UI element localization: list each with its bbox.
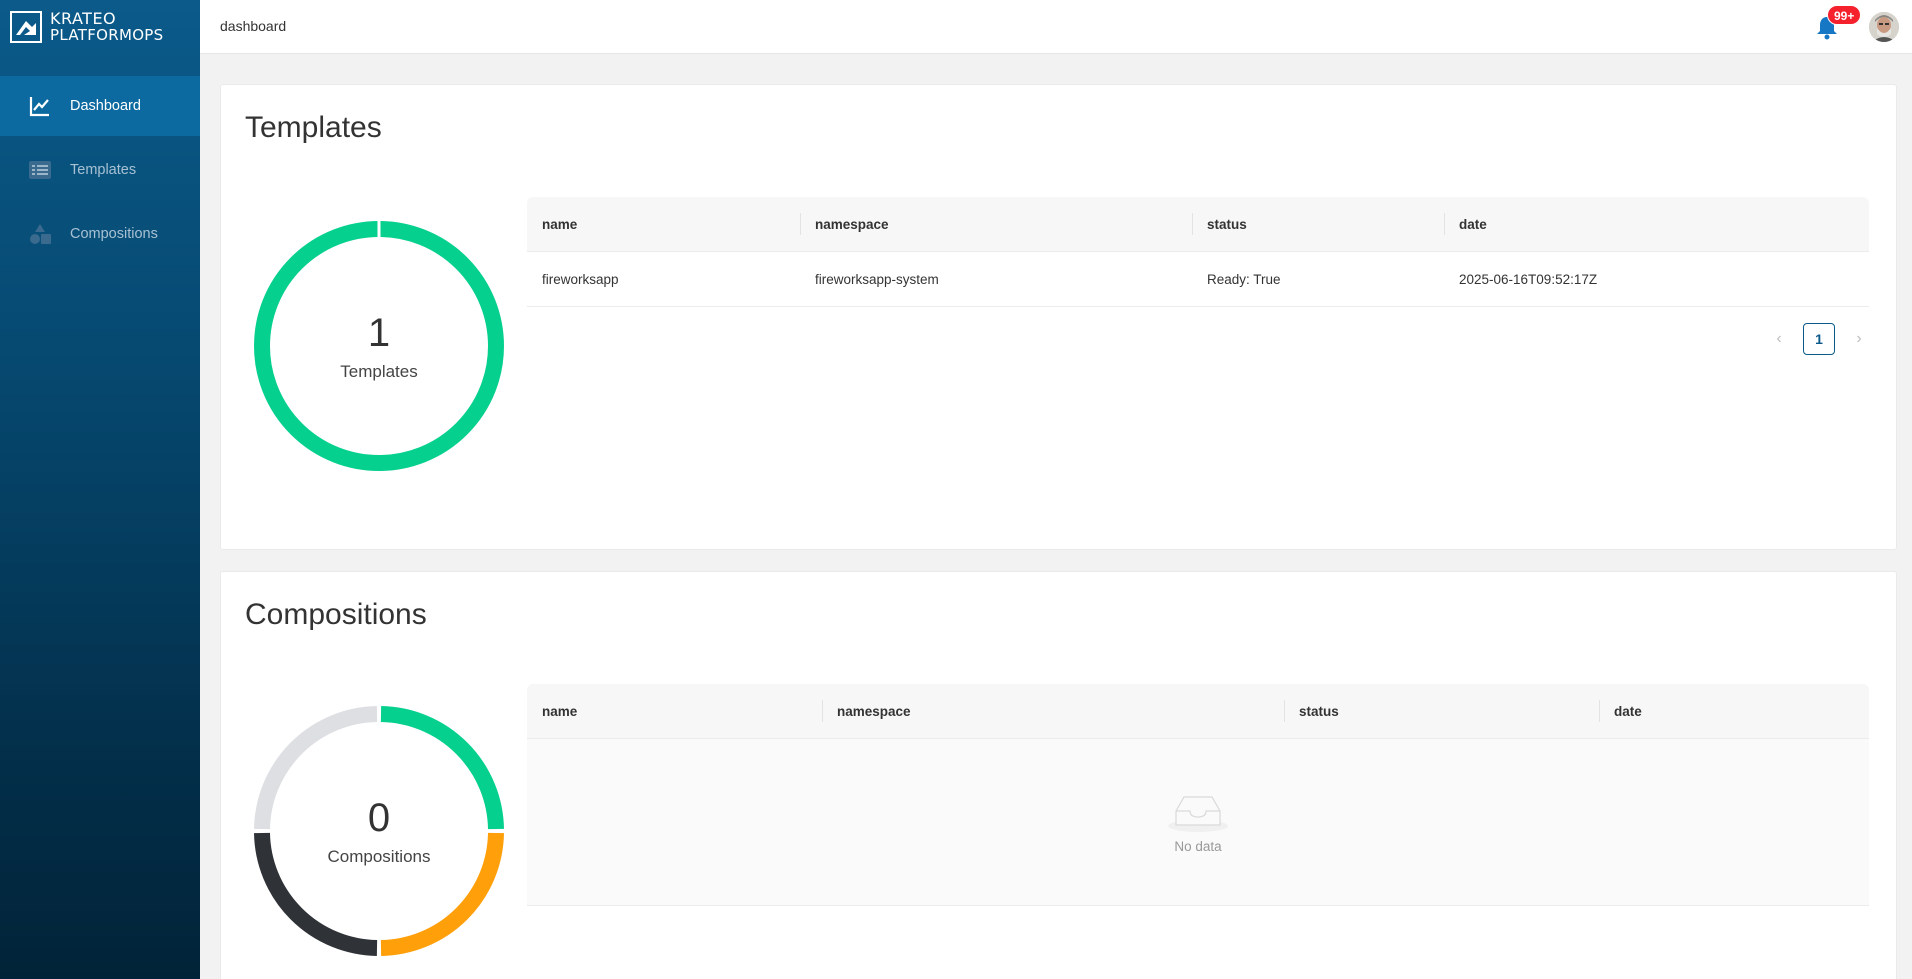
cell-status: Ready: True	[1207, 271, 1281, 287]
compositions-card: Compositions 0 Compositions name namespa…	[220, 571, 1897, 979]
empty-state: No data	[527, 739, 1869, 906]
krateo-logo-icon	[10, 11, 42, 43]
top-header: dashboard 99+	[200, 0, 1912, 54]
pagination-page-1[interactable]: 1	[1803, 323, 1835, 355]
sidebar-nav: Dashboard Templates Compositions	[0, 76, 200, 264]
table-header: name namespace status date	[527, 197, 1869, 252]
sidebar-item-label: Compositions	[70, 226, 158, 242]
shapes-icon	[30, 224, 51, 244]
column-header-namespace[interactable]: namespace	[822, 684, 1284, 738]
cell-date: 2025-06-16T09:52:17Z	[1459, 271, 1598, 287]
table-row[interactable]: fireworksapp fireworksapp-system Ready: …	[527, 252, 1869, 307]
sidebar-item-templates[interactable]: Templates	[0, 140, 200, 200]
column-header-namespace[interactable]: namespace	[800, 197, 1192, 251]
logo-line1: KRATEO	[50, 9, 117, 28]
pagination-prev-icon[interactable]: ‹	[1769, 330, 1789, 348]
list-icon	[29, 161, 51, 179]
compositions-count: 0	[367, 796, 391, 840]
templates-count: 1	[367, 311, 391, 355]
templates-card: Templates 1 Templates name namespace sta…	[220, 84, 1897, 550]
templates-count-label: Templates	[340, 362, 418, 381]
compositions-donut-chart: 0 Compositions	[254, 706, 504, 956]
column-header-status[interactable]: status	[1192, 197, 1444, 251]
compositions-count-label: Compositions	[327, 847, 431, 866]
column-header-date[interactable]: date	[1599, 684, 1869, 738]
cell-name: fireworksapp	[542, 271, 619, 287]
column-header-name[interactable]: name	[527, 197, 800, 251]
templates-table: name namespace status date fireworksapp …	[527, 197, 1869, 355]
logo[interactable]: KRATEO PLATFORMOPS	[0, 0, 200, 54]
line-chart-icon	[29, 97, 49, 117]
sidebar-item-label: Templates	[70, 162, 137, 178]
column-header-name[interactable]: name	[527, 684, 822, 738]
logo-line2: PLATFORMOPS	[50, 26, 164, 44]
sidebar-item-label: Dashboard	[70, 98, 141, 114]
cell-namespace: fireworksapp-system	[815, 271, 939, 287]
avatar[interactable]	[1869, 12, 1899, 42]
table-header: name namespace status date	[527, 684, 1869, 739]
notifications-badge: 99+	[1827, 5, 1862, 25]
pagination: ‹ 1 ›	[1769, 323, 1869, 355]
empty-text: No data	[1174, 838, 1222, 854]
compositions-table: name namespace status date No data	[527, 684, 1869, 906]
sidebar-item-compositions[interactable]: Compositions	[0, 204, 200, 264]
templates-title: Templates	[245, 111, 382, 144]
empty-inbox-icon	[1168, 795, 1228, 832]
sidebar-item-dashboard[interactable]: Dashboard	[0, 76, 200, 136]
breadcrumb: dashboard	[220, 18, 287, 34]
compositions-title: Compositions	[245, 598, 427, 631]
templates-donut-chart: 1 Templates	[254, 221, 504, 471]
pagination-next-icon[interactable]: ›	[1849, 330, 1869, 348]
column-header-date[interactable]: date	[1444, 197, 1869, 251]
column-header-status[interactable]: status	[1284, 684, 1599, 738]
sidebar: KRATEO PLATFORMOPS Dashboard Templates C…	[0, 0, 200, 979]
